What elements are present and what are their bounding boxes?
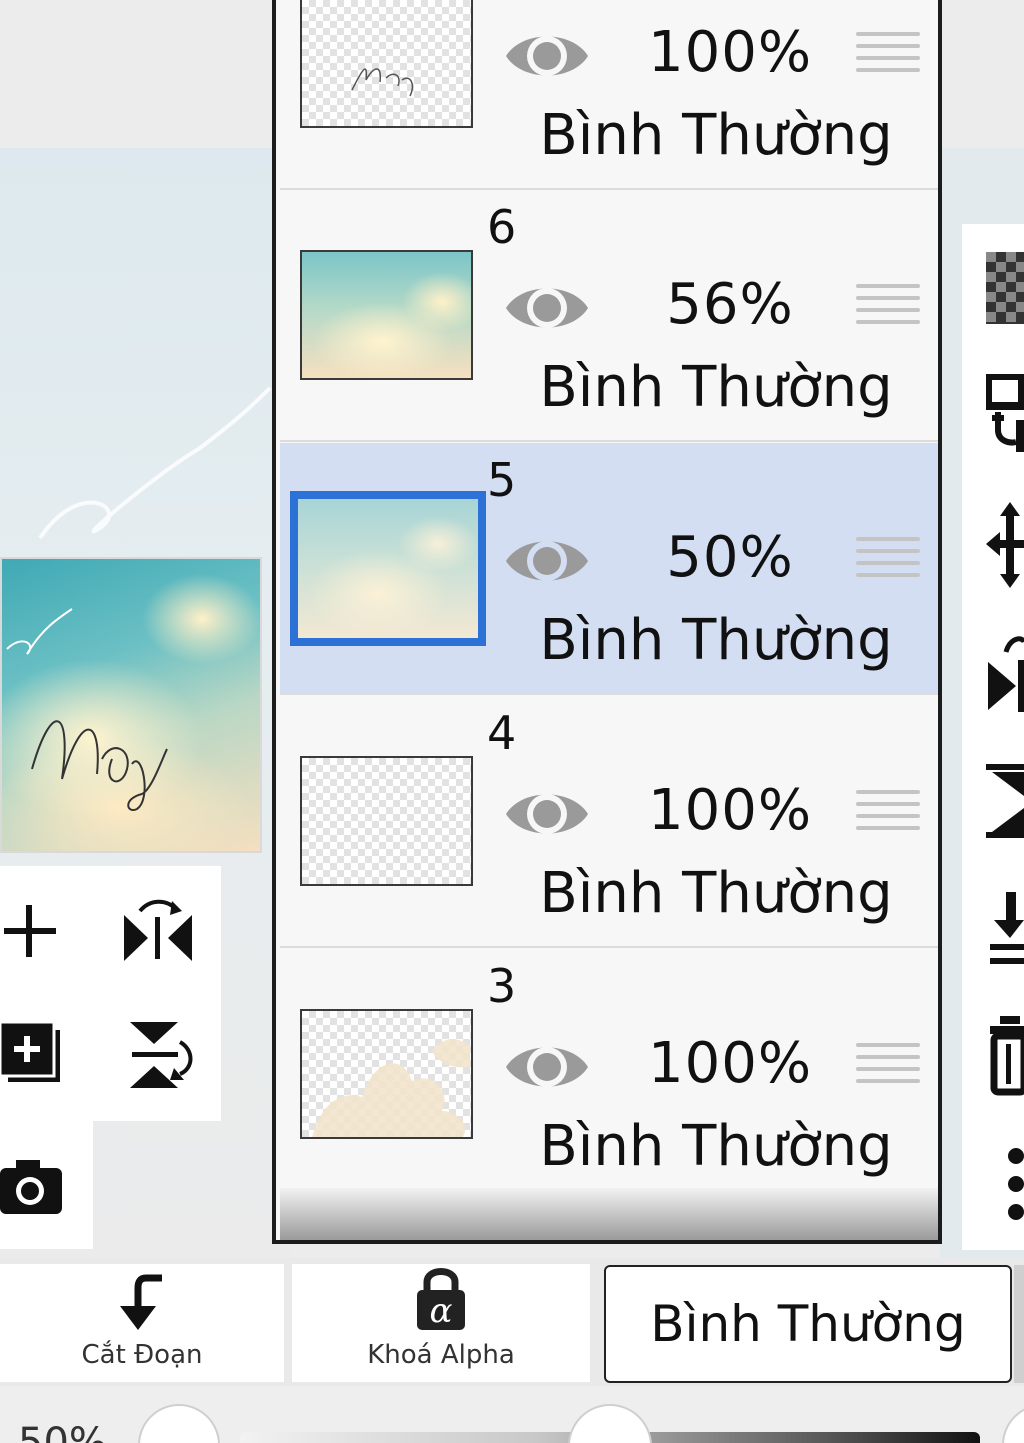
layer-blend-mode[interactable]: Bình Thường: [536, 355, 896, 420]
blend-mode-select[interactable]: Bình Thường: [604, 1265, 1012, 1383]
layer-row-5[interactable]: 5 50% Bình Thường: [280, 443, 938, 695]
download-merge-icon[interactable]: [986, 892, 1024, 970]
drag-handle-icon[interactable]: [856, 790, 920, 846]
camera-icon: [0, 1160, 62, 1214]
add-layer-icon: [4, 905, 56, 957]
cloud-thumbnail: [312, 1039, 470, 1137]
transform-layer-icon[interactable]: [986, 374, 1024, 454]
trash-icon[interactable]: [986, 1016, 1024, 1096]
flip-vertical-rotate-button[interactable]: [118, 1014, 198, 1094]
opacity-decrease-button[interactable]: [138, 1404, 220, 1443]
layer-thumbnail[interactable]: [300, 1009, 473, 1139]
eye-icon[interactable]: [502, 24, 592, 88]
add-layer-button[interactable]: [0, 896, 60, 966]
eye-icon[interactable]: [502, 276, 592, 340]
camera-button[interactable]: [0, 1151, 64, 1221]
layer-blend-mode[interactable]: Bình Thường: [536, 1114, 896, 1179]
layer-number: 6: [487, 200, 517, 254]
layer-panel: 7 100% Bình Thường 6 56% Bình Thường 5: [272, 0, 942, 1244]
layer-number: 7: [487, 0, 516, 2]
eye-icon[interactable]: [502, 782, 592, 846]
merge-icon[interactable]: [986, 764, 1024, 838]
layer-row-6[interactable]: 6 56% Bình Thường: [280, 190, 938, 442]
add-layer-copy-button[interactable]: [0, 1018, 64, 1088]
layer-row-4[interactable]: 4 100% Bình Thường: [280, 696, 938, 948]
layer-thumbnail[interactable]: [300, 0, 473, 128]
alpha-lock-label: Khoá Alpha: [367, 1340, 515, 1370]
flip-vertical-rotate-icon: [130, 1022, 193, 1088]
alpha-lock-icon: α: [417, 1268, 465, 1331]
more-icon[interactable]: [986, 1146, 1024, 1222]
drag-handle-icon[interactable]: [856, 32, 920, 88]
alpha-lock-button[interactable]: α Khoá Alpha: [292, 1264, 590, 1382]
drag-handle-icon[interactable]: [856, 284, 920, 340]
eye-icon[interactable]: [502, 1035, 592, 1099]
layer-number: 4: [487, 706, 517, 760]
layer-thumbnail[interactable]: [300, 756, 473, 886]
move-icon[interactable]: [986, 502, 1024, 588]
layer-row-7[interactable]: 7 100% Bình Thường: [280, 0, 938, 190]
clipping-button[interactable]: Cắt Đoạn: [0, 1264, 284, 1382]
right-tool-strip: [962, 224, 1024, 1250]
drag-handle-icon[interactable]: [856, 1043, 920, 1099]
svg-text:α: α: [430, 1291, 453, 1331]
opacity-slider-row: 50%: [0, 1386, 1024, 1443]
eye-icon[interactable]: [502, 529, 592, 593]
flip-horizontal-button[interactable]: [118, 892, 198, 968]
layer-opacity[interactable]: 100%: [620, 20, 840, 85]
drag-handle-icon[interactable]: [856, 537, 920, 593]
flip-horizontal-icon: [124, 899, 192, 961]
left-tool-panel: [0, 866, 221, 1121]
opacity-slider-thumb[interactable]: [568, 1404, 652, 1443]
panel-scroll-shade: [280, 1188, 938, 1240]
opacity-slider-label: 50%: [18, 1420, 107, 1443]
flip-icon[interactable]: [986, 632, 1024, 716]
blend-select-edge: [1014, 1265, 1024, 1383]
signature-thumbnail: [351, 68, 414, 97]
left-tool-panel-lower: [0, 1121, 93, 1249]
transparency-checker-icon[interactable]: [986, 252, 1024, 324]
add-layer-copy-icon: [0, 1020, 60, 1082]
clipping-label: Cắt Đoạn: [81, 1340, 203, 1370]
layer-blend-mode[interactable]: Bình Thường: [536, 103, 896, 168]
layer-opacity[interactable]: 100%: [620, 778, 840, 843]
layer-blend-mode[interactable]: Bình Thường: [536, 861, 896, 926]
layer-thumbnail[interactable]: [300, 250, 473, 380]
layer-row-3[interactable]: 3 100% Bình Thường: [280, 949, 938, 1201]
canvas-preview-image: [0, 557, 262, 853]
layer-blend-mode[interactable]: Bình Thường: [536, 608, 896, 673]
layer-number: 5: [487, 453, 517, 507]
layer-opacity[interactable]: 100%: [620, 1031, 840, 1096]
opacity-increase-button[interactable]: [1002, 1404, 1024, 1443]
layer-opacity[interactable]: 56%: [620, 272, 840, 337]
layer-opacity[interactable]: 50%: [620, 525, 840, 590]
clip-arrow-icon: [120, 1274, 162, 1330]
layer-number: 3: [487, 959, 517, 1013]
layer-thumbnail[interactable]: [290, 491, 486, 646]
